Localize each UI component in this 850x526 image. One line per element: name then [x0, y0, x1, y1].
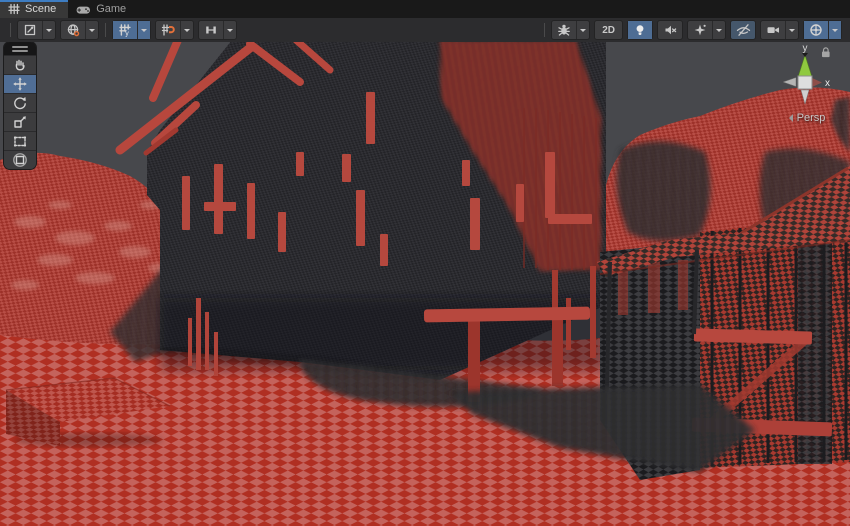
- eye-hidden-icon: [731, 21, 755, 39]
- chevron-down-icon[interactable]: [828, 21, 841, 39]
- building-barn: [120, 42, 606, 380]
- axis-cone-neg-x-icon[interactable]: [783, 78, 796, 87]
- axis-cone-neg-y-icon[interactable]: [801, 90, 809, 104]
- orientation-gizmo[interactable]: y x: [772, 42, 842, 114]
- gizmos-toggle-button[interactable]: [803, 20, 842, 40]
- rotate-icon: [12, 95, 28, 111]
- chevron-down-icon[interactable]: [223, 21, 236, 39]
- transform-icon: [12, 152, 28, 168]
- snap-settings-button[interactable]: [155, 20, 194, 40]
- grid-y-icon: y: [113, 21, 137, 39]
- move-icon: [12, 76, 28, 92]
- axis-x-label: x: [825, 78, 830, 89]
- audio-mute-toggle[interactable]: [657, 20, 683, 40]
- tool-rotate[interactable]: [4, 93, 36, 112]
- tool-view-hand[interactable]: [4, 55, 36, 74]
- unity-scene-view-window: Scene Game y: [0, 0, 850, 526]
- svg-text:y: y: [125, 31, 129, 37]
- chevron-down-icon[interactable]: [137, 21, 150, 39]
- gamepad-icon: [76, 3, 91, 15]
- chevron-down-icon[interactable]: [180, 21, 193, 39]
- scene-camera-settings-button[interactable]: [760, 20, 799, 40]
- scene-canvas[interactable]: [0, 42, 850, 526]
- tool-rect[interactable]: [4, 131, 36, 150]
- grid-icon: [8, 3, 20, 15]
- scene-toolbar: y 2D: [0, 18, 850, 42]
- lock-icon[interactable]: [822, 48, 830, 57]
- audio-muted-icon: [658, 21, 682, 39]
- scene-lighting-toggle[interactable]: [627, 20, 653, 40]
- sparkle-icon: [688, 21, 712, 39]
- projection-label: Persp: [797, 112, 826, 124]
- pivot-icon: [18, 21, 42, 39]
- grid-visibility-button[interactable]: y: [112, 20, 151, 40]
- divider: [105, 23, 106, 37]
- tool-handle-position-button[interactable]: [17, 20, 56, 40]
- chevron-down-icon[interactable]: [576, 21, 589, 39]
- tab-scene-label: Scene: [25, 3, 56, 15]
- tab-game-label: Game: [96, 3, 126, 15]
- axis-cone-x-icon[interactable]: [812, 78, 822, 87]
- tab-bar: Scene Game: [0, 0, 850, 18]
- scene-visibility-toggle[interactable]: [730, 20, 756, 40]
- chevron-down-icon[interactable]: [42, 21, 55, 39]
- scale-icon: [12, 114, 28, 130]
- snap-magnet-icon: [156, 21, 180, 39]
- tool-scale[interactable]: [4, 112, 36, 131]
- axis-cone-y-icon[interactable]: [798, 53, 812, 77]
- draw-mode-debug-button[interactable]: [551, 20, 590, 40]
- divider: [10, 23, 11, 37]
- chevron-left-icon: [785, 114, 793, 122]
- chevron-down-icon[interactable]: [785, 21, 798, 39]
- tool-move[interactable]: [4, 74, 36, 93]
- axis-y-label: y: [803, 43, 808, 54]
- effects-toggle-button[interactable]: [687, 20, 726, 40]
- lightbulb-icon: [628, 21, 652, 39]
- camera-icon: [761, 21, 785, 39]
- tool-transform[interactable]: [4, 150, 36, 169]
- gizmo-center-cube[interactable]: [798, 76, 812, 89]
- tab-game[interactable]: Game: [68, 0, 138, 18]
- projection-toggle[interactable]: Persp: [770, 112, 844, 124]
- hand-icon: [12, 57, 28, 73]
- divider: [544, 23, 545, 37]
- tool-handle-rotation-button[interactable]: [60, 20, 99, 40]
- tab-scene[interactable]: Scene: [0, 0, 68, 18]
- move-snap-button[interactable]: [198, 20, 237, 40]
- overlay-drag-handle[interactable]: [4, 42, 36, 55]
- chevron-down-icon[interactable]: [712, 21, 725, 39]
- 2d-label: 2D: [595, 25, 622, 36]
- chevron-down-icon[interactable]: [85, 21, 98, 39]
- gizmos-sphere-icon: [804, 21, 828, 39]
- rect-icon: [12, 133, 28, 149]
- snap-move-icon: [199, 21, 223, 39]
- globe-icon: [61, 21, 85, 39]
- tools-overlay: [3, 41, 37, 170]
- bug-icon: [552, 21, 576, 39]
- 2d-view-toggle[interactable]: 2D: [594, 20, 623, 40]
